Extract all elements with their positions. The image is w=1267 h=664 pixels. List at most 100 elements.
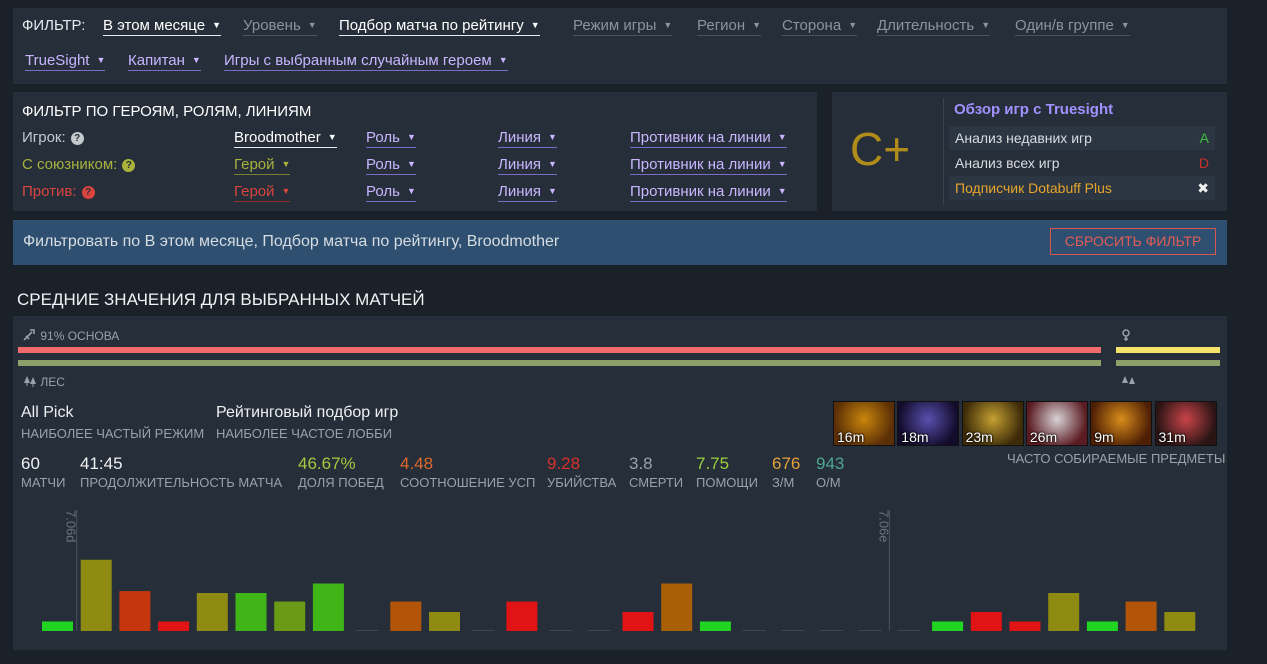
chart-bar[interactable] xyxy=(970,612,1002,631)
chevron-down-icon: ▼ xyxy=(1120,20,1130,30)
chart-bar[interactable] xyxy=(661,583,693,632)
ally-opponent-select[interactable]: Противник на линии ▼ xyxy=(630,156,787,175)
chart-bar[interactable] xyxy=(1086,621,1118,632)
core-bar xyxy=(18,347,1101,353)
against-lane-select[interactable]: Линия ▼ xyxy=(498,183,557,202)
active-filters-banner: Фильтровать по В этом месяце, Подбор мат… xyxy=(13,220,1227,265)
truesight-title[interactable]: Обзор игр с Truesight xyxy=(954,101,1113,118)
dotabuff-plus-row[interactable]: Подписчик Dotabuff Plus ✖ xyxy=(949,176,1215,200)
tree-icon xyxy=(1121,375,1137,390)
filter-side-dropdown[interactable]: Сторона ▼ xyxy=(782,17,858,36)
item-time: 16m xyxy=(837,429,865,445)
against-label: Против:? xyxy=(22,183,95,200)
filter-random-hero-dropdown[interactable]: Игры с выбранным случайным героем ▼ xyxy=(224,52,508,71)
filter-matchmaking-dropdown[interactable]: Подбор матча по рейтингу ▼ xyxy=(339,17,540,36)
chart-bar[interactable] xyxy=(312,583,344,632)
chart-bar[interactable] xyxy=(119,591,151,631)
chevron-down-icon: ▼ xyxy=(530,20,540,30)
filter-region-dropdown[interactable]: Регион ▼ xyxy=(697,17,762,36)
chart-bar[interactable] xyxy=(1125,601,1157,631)
chevron-down-icon: ▼ xyxy=(96,55,106,65)
filter-captain-dropdown[interactable]: Капитан ▼ xyxy=(128,52,201,71)
stat-label: УБИЙСТВА xyxy=(547,475,617,490)
chart-bar[interactable] xyxy=(235,593,267,631)
chart-bar[interactable] xyxy=(1009,621,1041,632)
ally-hero-select[interactable]: Герой ▼ xyxy=(234,156,291,175)
purple-boots-item-icon[interactable]: 18m xyxy=(897,401,960,446)
filter-party-dropdown[interactable]: Один/в группе ▼ xyxy=(1015,17,1130,36)
filter-game-mode-dropdown[interactable]: Режим игры ▼ xyxy=(573,17,673,36)
stat-label: МАТЧИ xyxy=(21,475,66,490)
stat-label: ДОЛЯ ПОБЕД xyxy=(298,475,384,490)
player-opponent-select[interactable]: Противник на линии ▼ xyxy=(630,129,787,148)
red-orb-item-icon[interactable]: 26m xyxy=(1025,401,1088,446)
chevron-down-icon: ▼ xyxy=(752,20,762,30)
filter-label: ФИЛЬТР: xyxy=(22,17,86,34)
patch-marker-label: 7.06e xyxy=(876,510,891,543)
chart-bar[interactable] xyxy=(506,601,538,631)
chart-bar[interactable] xyxy=(1164,612,1196,631)
stat-label: З/М xyxy=(772,475,795,490)
hero-filter-panel: ФИЛЬТР ПО ГЕРОЯМ, РОЛЯМ, ЛИНИЯМ Игрок:? … xyxy=(13,92,817,211)
chart-bar[interactable] xyxy=(274,601,306,631)
chart-bar[interactable] xyxy=(932,621,964,632)
ally-lane-select[interactable]: Линия ▼ xyxy=(498,156,557,175)
support-bar xyxy=(1116,347,1220,353)
chart-bar[interactable] xyxy=(196,593,228,631)
stat-value: 3.8 xyxy=(629,454,653,473)
stat-label: О/М xyxy=(816,475,841,490)
against-opponent-select[interactable]: Противник на линии ▼ xyxy=(630,183,787,202)
reset-filter-button[interactable]: СБРОСИТЬ ФИЛЬТР xyxy=(1050,228,1216,255)
recent-grade: A xyxy=(1199,130,1209,146)
against-hero-select[interactable]: Герой ▼ xyxy=(234,183,291,202)
chevron-down-icon: ▼ xyxy=(212,20,221,30)
help-icon[interactable]: ? xyxy=(70,132,84,145)
chart-bar[interactable] xyxy=(390,601,422,631)
stat-label: ПОМОЩИ xyxy=(696,475,758,490)
player-role-select[interactable]: Роль ▼ xyxy=(366,129,416,148)
truesight-panel: C+ Обзор игр с Truesight Анализ недавних… xyxy=(832,92,1227,211)
filter-date-dropdown[interactable]: В этом месяце ▼ xyxy=(103,17,221,36)
chevron-down-icon: ▼ xyxy=(307,20,317,30)
player-lane-select[interactable]: Линия ▼ xyxy=(498,129,557,148)
stat-value: 41:45 xyxy=(80,454,123,473)
ally-role-select[interactable]: Роль ▼ xyxy=(366,156,416,175)
fire-gauntlet-item-icon[interactable]: 9m xyxy=(1090,401,1153,446)
chart-bar[interactable] xyxy=(158,621,190,632)
help-icon[interactable]: ? xyxy=(122,159,136,172)
chart-bar[interactable] xyxy=(622,612,654,631)
crimson-armor-item-icon[interactable]: 31m xyxy=(1154,401,1217,446)
chart-bar[interactable] xyxy=(699,621,731,632)
jungle-bar-right xyxy=(1116,360,1220,366)
golden-staff-item-icon[interactable]: 16m xyxy=(833,401,895,446)
chart-bar[interactable] xyxy=(42,621,73,632)
chevron-down-icon: ▼ xyxy=(981,20,991,30)
player-hero-select[interactable]: Broodmother ▼ xyxy=(234,129,337,148)
most-common-lobby-label: НАИБОЛЕЕ ЧАСТОЕ ЛОББИ xyxy=(216,426,393,441)
all-games-analysis-row[interactable]: Анализ всех игр D xyxy=(949,151,1215,175)
stat-value: 9.28 xyxy=(547,454,581,473)
item-time: 18m xyxy=(901,429,929,445)
filter-truesight-dropdown[interactable]: TrueSight ▼ xyxy=(25,52,106,71)
chart-bar[interactable] xyxy=(429,612,460,631)
stat-value: 7.75 xyxy=(696,454,730,473)
matches-chart: 7.06d 7.06e xyxy=(42,510,1196,632)
chart-bar[interactable] xyxy=(80,559,112,631)
divider xyxy=(943,98,944,205)
core-label: 91% ОСНОВА xyxy=(23,329,119,343)
averages-title: СРЕДНИЕ ЗНАЧЕНИЯ ДЛЯ ВЫБРАННЫХ МАТЧЕЙ xyxy=(17,290,425,309)
chart-bar[interactable] xyxy=(1048,593,1080,631)
all-games-grade: D xyxy=(1198,155,1209,171)
popular-items-label: ЧАСТО СОБИРАЕМЫЕ ПРЕДМЕТЫ xyxy=(1007,451,1226,466)
help-icon[interactable]: ? xyxy=(81,186,95,199)
support-icon xyxy=(1119,328,1133,345)
performance-grade: C+ xyxy=(850,123,911,175)
ally-label: С союзником:? xyxy=(22,156,136,173)
golden-helm-item-icon[interactable]: 23m xyxy=(961,401,1024,446)
patch-marker-label: 7.06d xyxy=(64,510,79,543)
most-common-mode-value: All Pick xyxy=(21,404,74,421)
filter-level-dropdown[interactable]: Уровень ▼ xyxy=(243,17,317,36)
against-role-select[interactable]: Роль ▼ xyxy=(366,183,416,202)
filter-duration-dropdown[interactable]: Длительность ▼ xyxy=(877,17,991,36)
recent-games-analysis-row[interactable]: Анализ недавних игр A xyxy=(949,126,1215,150)
